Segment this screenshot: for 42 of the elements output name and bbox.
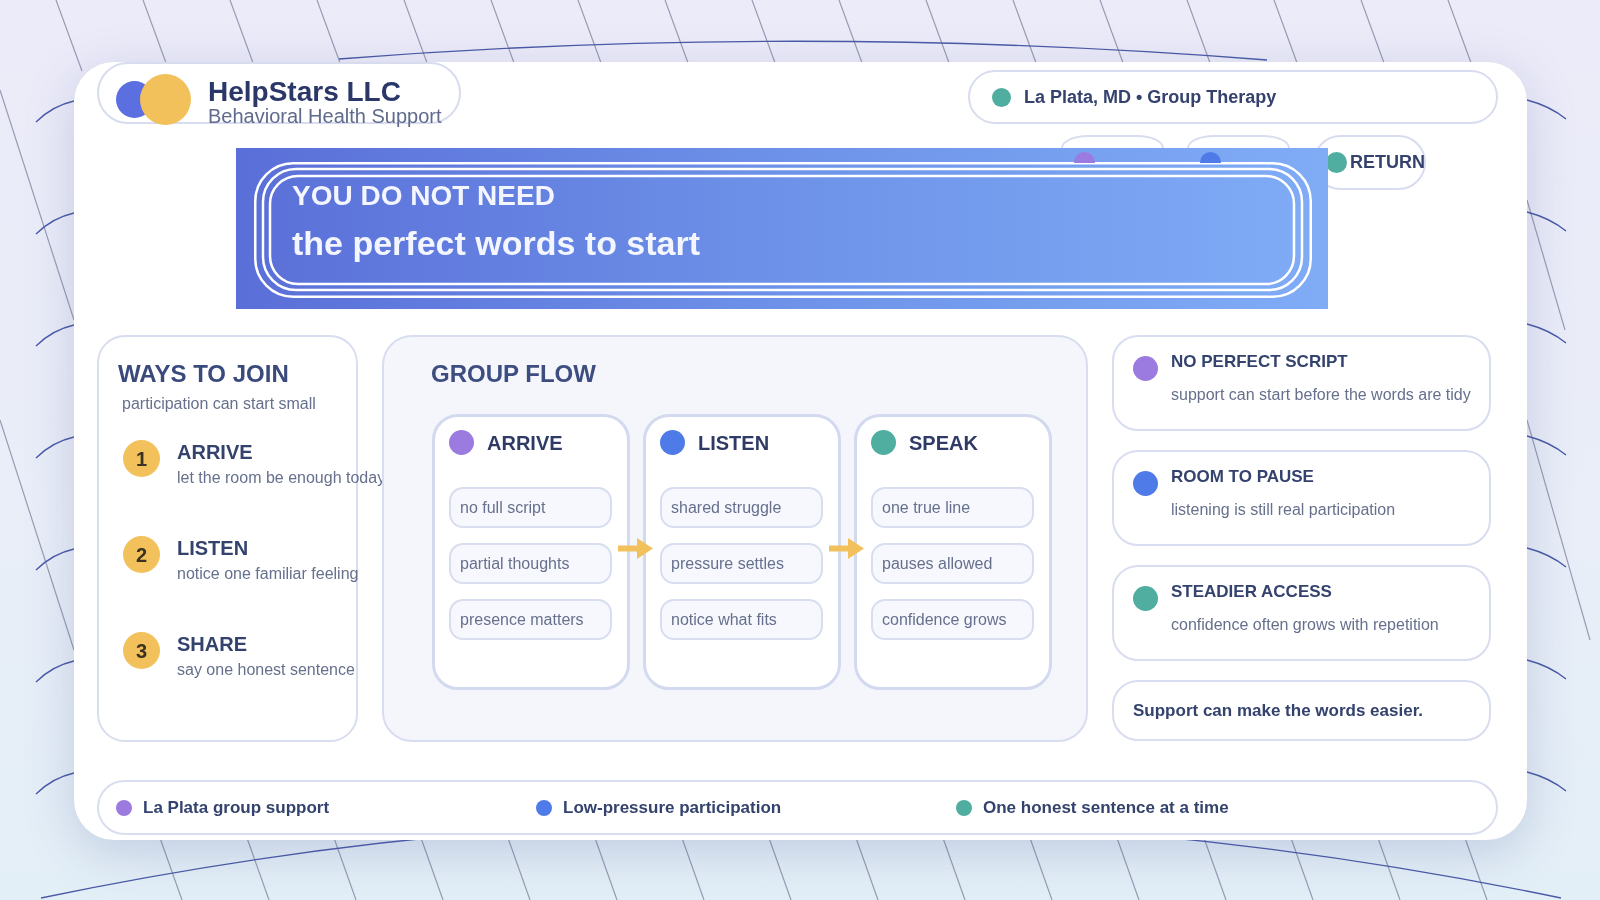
right-arrow-icon xyxy=(618,538,653,559)
hero-headline: the perfect words to start xyxy=(292,223,701,263)
step-title: ARRIVE xyxy=(177,440,253,464)
nav-pill[interactable] xyxy=(1187,135,1290,148)
step-number: 2 xyxy=(123,536,160,573)
note-description: listening is still real participation xyxy=(1171,500,1396,520)
section-subtitle: participation can start small xyxy=(122,394,316,414)
nav-pill[interactable] xyxy=(1061,135,1164,148)
stage-title: SPEAK xyxy=(909,430,978,455)
stage-chip: one true line xyxy=(871,487,1034,528)
stage-chip: partial thoughts xyxy=(449,543,612,584)
stage-title: ARRIVE xyxy=(487,430,563,455)
stage-chip: no full script xyxy=(449,487,612,528)
footer-label: La Plata group support xyxy=(143,796,330,819)
note-title: STEADIER ACCESS xyxy=(1171,582,1332,602)
callout-text: Support can make the words easier. xyxy=(1133,699,1424,722)
step-description: say one honest sentence xyxy=(177,660,355,680)
stage-chip: shared struggle xyxy=(660,487,823,528)
footer-label: Low-pressure participation xyxy=(563,796,782,819)
note-title: ROOM TO PAUSE xyxy=(1171,467,1314,487)
logo-icon xyxy=(116,74,191,125)
note-description: confidence often grows with repetition xyxy=(1171,615,1439,635)
stage-chip: confidence grows xyxy=(871,599,1034,640)
hero-eyebrow: YOU DO NOT NEED xyxy=(292,180,555,212)
location-label: La Plata, MD • Group Therapy xyxy=(1024,85,1277,109)
brand-tagline: Behavioral Health Support xyxy=(208,106,442,126)
step-number: 3 xyxy=(123,632,160,669)
stage-title: LISTEN xyxy=(698,430,770,455)
stage-chip: notice what fits xyxy=(660,599,823,640)
stage-chip: presence matters xyxy=(449,599,612,640)
footer-label: One honest sentence at a time xyxy=(983,796,1229,819)
step-title: SHARE xyxy=(177,632,247,656)
note-title: NO PERFECT SCRIPT xyxy=(1171,352,1348,372)
section-title: GROUP FLOW xyxy=(431,360,596,388)
section-title: WAYS TO JOIN xyxy=(118,360,289,388)
step-description: notice one familiar feeling xyxy=(177,564,359,584)
step-number: 1 xyxy=(123,440,160,477)
step-title: LISTEN xyxy=(177,536,249,560)
stage-chip: pressure settles xyxy=(660,543,823,584)
note-description: support can start before the words are tidy xyxy=(1171,385,1471,405)
right-arrow-icon xyxy=(829,538,864,559)
stage-chip: pauses allowed xyxy=(871,543,1034,584)
